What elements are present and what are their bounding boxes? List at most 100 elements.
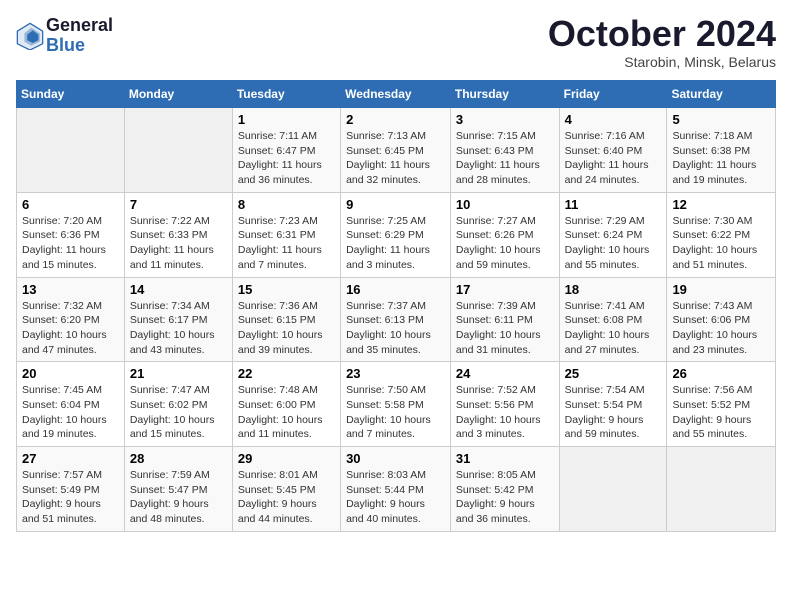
day-number: 4 — [565, 112, 662, 127]
day-number: 27 — [22, 451, 119, 466]
day-number: 26 — [672, 366, 770, 381]
day-number: 14 — [130, 282, 227, 297]
week-row-4: 20 Sunrise: 7:45 AM Sunset: 6:04 PM Dayli… — [17, 362, 776, 447]
calendar-cell: 22Sunrise: 7:48 AM Sunset: 6:00 PM Dayli… — [232, 362, 340, 447]
day-info: Sunrise: 7:22 AM Sunset: 6:33 PM Dayligh… — [130, 214, 227, 273]
day-info: Sunrise: 7:16 AM Sunset: 6:40 PM Dayligh… — [565, 129, 662, 188]
day-info: Sunrise: 7:50 AM Sunset: 5:58 PM Dayligh… — [346, 383, 445, 442]
day-number: 20 — [22, 366, 119, 381]
logo-general: General — [46, 16, 113, 36]
calendar-cell: 20 Sunrise: 7:45 AM Sunset: 6:04 PM Dayli… — [17, 362, 125, 447]
location-subtitle: Starobin, Minsk, Belarus — [548, 54, 776, 70]
calendar-cell: 1Sunrise: 7:11 AM Sunset: 6:47 PM Daylig… — [232, 108, 340, 193]
day-number: 15 — [238, 282, 335, 297]
header-saturday: Saturday — [667, 81, 776, 108]
page-header: General Blue October 2024 Starobin, Mins… — [16, 16, 776, 70]
header-friday: Friday — [559, 81, 667, 108]
calendar-cell: 25 Sunrise: 7:54 AM Sunset: 5:54 PM Dayli… — [559, 362, 667, 447]
day-number: 7 — [130, 197, 227, 212]
calendar-cell: 13 Sunrise: 7:32 AM Sunset: 6:20 PM Dayli… — [17, 277, 125, 362]
header-thursday: Thursday — [450, 81, 559, 108]
title-block: October 2024 Starobin, Minsk, Belarus — [548, 16, 776, 70]
day-info: Sunrise: 8:05 AM Sunset: 5:42 PM Dayligh… — [456, 468, 554, 527]
day-info: Sunrise: 7:23 AM Sunset: 6:31 PM Dayligh… — [238, 214, 335, 273]
calendar-cell — [667, 447, 776, 532]
calendar-cell: 11 Sunrise: 7:29 AM Sunset: 6:24 PM Dayli… — [559, 192, 667, 277]
day-info: Sunrise: 7:37 AM Sunset: 6:13 PM Dayligh… — [346, 299, 445, 358]
day-info: Sunrise: 7:25 AM Sunset: 6:29 PM Dayligh… — [346, 214, 445, 273]
calendar-cell: 30 Sunrise: 8:03 AM Sunset: 5:44 PM Dayli… — [341, 447, 451, 532]
calendar-cell: 2 Sunrise: 7:13 AM Sunset: 6:45 PM Daylig… — [341, 108, 451, 193]
calendar-cell — [17, 108, 125, 193]
day-number: 17 — [456, 282, 554, 297]
day-info: Sunrise: 7:54 AM Sunset: 5:54 PM Dayligh… — [565, 383, 662, 442]
header-wednesday: Wednesday — [341, 81, 451, 108]
day-info: Sunrise: 7:13 AM Sunset: 6:45 PM Dayligh… — [346, 129, 445, 188]
day-number: 1 — [238, 112, 335, 127]
calendar-cell: 4 Sunrise: 7:16 AM Sunset: 6:40 PM Daylig… — [559, 108, 667, 193]
logo-text: General Blue — [46, 16, 113, 56]
day-info: Sunrise: 7:15 AM Sunset: 6:43 PM Dayligh… — [456, 129, 554, 188]
day-info: Sunrise: 8:03 AM Sunset: 5:44 PM Dayligh… — [346, 468, 445, 527]
calendar-cell: 23 Sunrise: 7:50 AM Sunset: 5:58 PM Dayli… — [341, 362, 451, 447]
day-info: Sunrise: 7:48 AM Sunset: 6:00 PM Dayligh… — [238, 383, 335, 442]
calendar-cell — [559, 447, 667, 532]
day-number: 30 — [346, 451, 445, 466]
day-number: 13 — [22, 282, 119, 297]
day-number: 10 — [456, 197, 554, 212]
day-number: 31 — [456, 451, 554, 466]
week-row-2: 6Sunrise: 7:20 AM Sunset: 6:36 PM Daylig… — [17, 192, 776, 277]
calendar-cell: 8 Sunrise: 7:23 AM Sunset: 6:31 PM Daylig… — [232, 192, 340, 277]
day-number: 2 — [346, 112, 445, 127]
day-info: Sunrise: 7:30 AM Sunset: 6:22 PM Dayligh… — [672, 214, 770, 273]
day-number: 5 — [672, 112, 770, 127]
calendar-cell: 15 Sunrise: 7:36 AM Sunset: 6:15 PM Dayli… — [232, 277, 340, 362]
calendar-cell: 10 Sunrise: 7:27 AM Sunset: 6:26 PM Dayli… — [450, 192, 559, 277]
day-number: 3 — [456, 112, 554, 127]
calendar-cell: 18 Sunrise: 7:41 AM Sunset: 6:08 PM Dayli… — [559, 277, 667, 362]
month-title: October 2024 — [548, 16, 776, 52]
calendar-cell: 7 Sunrise: 7:22 AM Sunset: 6:33 PM Daylig… — [124, 192, 232, 277]
day-number: 29 — [238, 451, 335, 466]
day-info: Sunrise: 7:43 AM Sunset: 6:06 PM Dayligh… — [672, 299, 770, 358]
day-info: Sunrise: 7:27 AM Sunset: 6:26 PM Dayligh… — [456, 214, 554, 273]
day-info: Sunrise: 7:29 AM Sunset: 6:24 PM Dayligh… — [565, 214, 662, 273]
calendar-cell: 28Sunrise: 7:59 AM Sunset: 5:47 PM Dayli… — [124, 447, 232, 532]
calendar-cell: 3 Sunrise: 7:15 AM Sunset: 6:43 PM Daylig… — [450, 108, 559, 193]
day-info: Sunrise: 7:57 AM Sunset: 5:49 PM Dayligh… — [22, 468, 119, 527]
day-number: 18 — [565, 282, 662, 297]
calendar-cell: 19Sunrise: 7:43 AM Sunset: 6:06 PM Dayli… — [667, 277, 776, 362]
day-number: 8 — [238, 197, 335, 212]
day-number: 25 — [565, 366, 662, 381]
calendar-cell: 12Sunrise: 7:30 AM Sunset: 6:22 PM Dayli… — [667, 192, 776, 277]
day-info: Sunrise: 7:45 AM Sunset: 6:04 PM Dayligh… — [22, 383, 119, 442]
header-tuesday: Tuesday — [232, 81, 340, 108]
day-info: Sunrise: 7:56 AM Sunset: 5:52 PM Dayligh… — [672, 383, 770, 442]
day-info: Sunrise: 7:41 AM Sunset: 6:08 PM Dayligh… — [565, 299, 662, 358]
calendar-cell: 21Sunrise: 7:47 AM Sunset: 6:02 PM Dayli… — [124, 362, 232, 447]
day-number: 11 — [565, 197, 662, 212]
calendar-table: SundayMondayTuesdayWednesdayThursdayFrid… — [16, 80, 776, 532]
logo: General Blue — [16, 16, 113, 56]
calendar-cell: 26 Sunrise: 7:56 AM Sunset: 5:52 PM Dayli… — [667, 362, 776, 447]
week-row-3: 13 Sunrise: 7:32 AM Sunset: 6:20 PM Dayli… — [17, 277, 776, 362]
day-number: 28 — [130, 451, 227, 466]
header-monday: Monday — [124, 81, 232, 108]
calendar-cell: 6Sunrise: 7:20 AM Sunset: 6:36 PM Daylig… — [17, 192, 125, 277]
week-row-1: 1Sunrise: 7:11 AM Sunset: 6:47 PM Daylig… — [17, 108, 776, 193]
calendar-cell: 16Sunrise: 7:37 AM Sunset: 6:13 PM Dayli… — [341, 277, 451, 362]
day-info: Sunrise: 7:34 AM Sunset: 6:17 PM Dayligh… — [130, 299, 227, 358]
calendar-header-row: SundayMondayTuesdayWednesdayThursdayFrid… — [17, 81, 776, 108]
calendar-cell: 31 Sunrise: 8:05 AM Sunset: 5:42 PM Dayli… — [450, 447, 559, 532]
day-info: Sunrise: 7:18 AM Sunset: 6:38 PM Dayligh… — [672, 129, 770, 188]
day-info: Sunrise: 8:01 AM Sunset: 5:45 PM Dayligh… — [238, 468, 335, 527]
calendar-cell — [124, 108, 232, 193]
logo-icon — [16, 22, 44, 50]
day-number: 23 — [346, 366, 445, 381]
day-info: Sunrise: 7:52 AM Sunset: 5:56 PM Dayligh… — [456, 383, 554, 442]
day-info: Sunrise: 7:32 AM Sunset: 6:20 PM Dayligh… — [22, 299, 119, 358]
day-number: 9 — [346, 197, 445, 212]
day-info: Sunrise: 7:36 AM Sunset: 6:15 PM Dayligh… — [238, 299, 335, 358]
day-number: 6 — [22, 197, 119, 212]
calendar-cell: 14 Sunrise: 7:34 AM Sunset: 6:17 PM Dayli… — [124, 277, 232, 362]
